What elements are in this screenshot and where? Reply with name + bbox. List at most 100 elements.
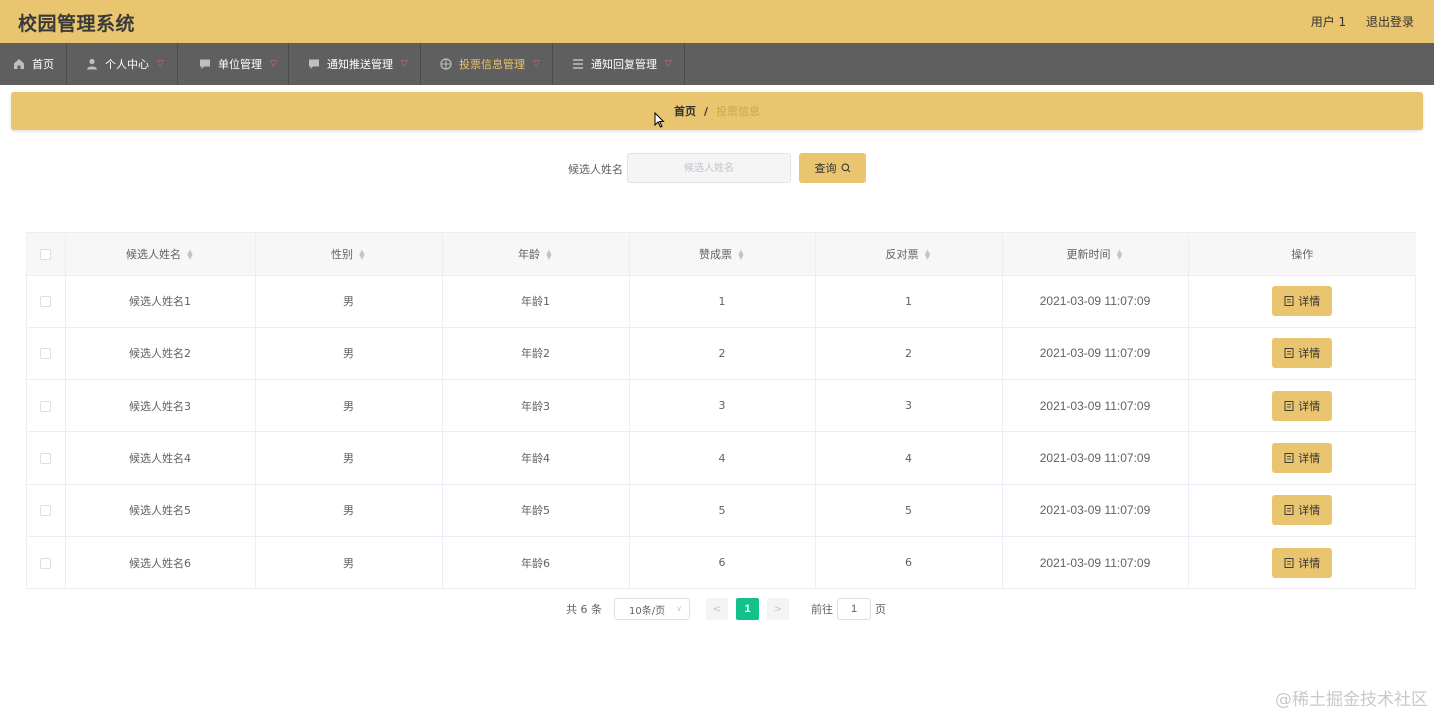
detail-button[interactable]: 详情 — [1272, 495, 1333, 526]
detail-button-label: 详情 — [1298, 452, 1321, 466]
row-checkbox[interactable] — [40, 400, 52, 412]
detail-button[interactable]: 详情 — [1272, 390, 1333, 421]
page-size-select[interactable]: 10条/页 ∨ — [614, 598, 690, 620]
nav-label: 通知回复管理 — [591, 58, 657, 71]
cell-age: 年龄5 — [442, 484, 630, 537]
table-row: 候选人姓名6 男 年龄6 6 6 2021-03-09 11:07:09 详情 — [27, 536, 1416, 590]
search-button-label: 查询 — [814, 163, 837, 175]
column-header[interactable]: 反对票 ▲ ▼ — [815, 233, 1003, 276]
column-header[interactable]: 更新时间 ▲ ▼ — [1002, 233, 1189, 276]
nav-label: 投票信息管理 — [459, 58, 525, 71]
select-all-checkbox[interactable] — [40, 248, 52, 260]
cell-age: 年龄2 — [442, 327, 630, 381]
data-table: 候选人姓名 ▲ ▼ 性别 ▲ ▼ 年龄 ▲ ▼ 赞成票 ▲ ▼ 反对票 ▲ ▼ 更新时间 ▲ ▼ 操作 … — [26, 232, 1416, 590]
table-row: 候选人姓名4 男 年龄4 4 4 2021-03-09 11:07:09 详情 — [27, 431, 1416, 485]
column-header[interactable]: 性别 ▲ ▼ — [255, 233, 443, 276]
column-header[interactable]: 赞成票 ▲ ▼ — [629, 233, 816, 276]
list-icon — [571, 57, 585, 71]
header-select-all[interactable] — [27, 233, 66, 276]
app-title: 校园管理系统 — [18, 13, 136, 35]
breadcrumb-separator: / — [703, 104, 709, 118]
user-area: 用户 1 退出登录 — [1311, 13, 1414, 30]
nav-item-unit-management[interactable]: 单位管理 ▽ — [178, 43, 289, 85]
logout-button[interactable]: 退出登录 — [1366, 15, 1414, 29]
mouse-cursor-icon — [654, 112, 665, 128]
cell-gender: 男 — [255, 327, 443, 381]
sort-icon[interactable]: ▲ ▼ — [186, 248, 194, 260]
column-header-label: 候选人姓名 — [126, 247, 181, 261]
cell-yes-votes: 3 — [629, 379, 816, 433]
search-button[interactable]: 查询 — [799, 153, 866, 183]
cell-no-votes: 5 — [815, 484, 1003, 537]
nav-item-notice-reply[interactable]: 通知回复管理 ▽ — [553, 43, 685, 85]
search-label: 候选人姓名 — [568, 163, 623, 176]
detail-button[interactable]: 详情 — [1272, 547, 1333, 578]
sort-icon[interactable]: ▲ ▼ — [924, 248, 932, 260]
row-checkbox[interactable] — [40, 453, 52, 465]
cell-gender: 男 — [255, 379, 443, 433]
cell-updated-time: 2021-03-09 11:07:09 — [1002, 484, 1189, 537]
cell-no-votes: 6 — [815, 536, 1003, 590]
home-icon — [12, 57, 26, 71]
row-checkbox[interactable] — [40, 505, 52, 517]
document-icon — [1284, 348, 1294, 359]
detail-button-label: 详情 — [1298, 295, 1321, 309]
cell-name: 候选人姓名6 — [65, 536, 256, 590]
sort-icon[interactable]: ▲ ▼ — [737, 248, 745, 260]
cell-yes-votes: 6 — [629, 536, 816, 590]
cell-age: 年龄1 — [442, 275, 630, 328]
cell-name: 候选人姓名3 — [65, 379, 256, 433]
nav-item-personal-center[interactable]: 个人中心 ▽ — [67, 43, 178, 85]
nav-item-notice-push[interactable]: 通知推送管理 ▽ — [289, 43, 421, 85]
search-input[interactable] — [627, 153, 791, 183]
nav-label: 首页 — [32, 58, 54, 71]
cell-yes-votes: 5 — [629, 484, 816, 537]
chevron-down-icon: ▽ — [533, 59, 540, 69]
cell-no-votes: 4 — [815, 431, 1003, 485]
cell-gender: 男 — [255, 484, 443, 537]
cell-no-votes: 1 — [815, 275, 1003, 328]
goto-label: 前往 — [811, 603, 833, 616]
cell-updated-time: 2021-03-09 11:07:09 — [1002, 536, 1189, 590]
prev-page-button[interactable]: < — [706, 598, 728, 620]
document-icon — [1284, 453, 1294, 463]
breadcrumb-home[interactable]: 首页 — [674, 103, 696, 119]
column-header-label: 年龄 — [518, 247, 540, 261]
row-checkbox[interactable] — [40, 296, 52, 308]
sort-icon[interactable]: ▲ ▼ — [545, 248, 553, 260]
row-checkbox[interactable] — [40, 557, 52, 569]
message-icon — [307, 57, 321, 71]
table-row: 候选人姓名3 男 年龄3 3 3 2021-03-09 11:07:09 详情 — [27, 379, 1416, 433]
nav-item-vote-info[interactable]: 投票信息管理 ▽ — [421, 43, 553, 85]
sort-icon[interactable]: ▲ ▼ — [358, 248, 366, 260]
page-number-current[interactable]: 1 — [736, 598, 759, 620]
user-icon — [85, 57, 99, 71]
cell-yes-votes: 2 — [629, 327, 816, 381]
table-row: 候选人姓名5 男 年龄5 5 5 2021-03-09 11:07:09 详情 — [27, 484, 1416, 537]
detail-button[interactable]: 详情 — [1272, 286, 1333, 317]
column-header-actions: 操作 — [1188, 233, 1416, 276]
document-icon — [1284, 296, 1294, 307]
column-header-label: 赞成票 — [699, 247, 732, 261]
detail-button-label: 详情 — [1298, 556, 1321, 570]
user-name: 用户 1 — [1310, 15, 1347, 29]
cell-age: 年龄6 — [442, 536, 630, 590]
next-page-button[interactable]: > — [767, 598, 789, 620]
top-header: 校园管理系统 用户 1 退出登录 — [0, 0, 1434, 43]
column-header[interactable]: 年龄 ▲ ▼ — [442, 233, 630, 276]
cell-yes-votes: 4 — [629, 431, 816, 485]
chevron-down-icon: ▽ — [270, 59, 277, 69]
detail-button[interactable]: 详情 — [1272, 443, 1333, 474]
goto-page-input[interactable] — [837, 598, 871, 620]
sort-icon[interactable]: ▲ ▼ — [1116, 248, 1124, 260]
cell-name: 候选人姓名1 — [65, 275, 256, 328]
table-header-row: 候选人姓名 ▲ ▼ 性别 ▲ ▼ 年龄 ▲ ▼ 赞成票 ▲ ▼ 反对票 ▲ ▼ 更新时间 ▲ ▼ 操作 — [27, 233, 1416, 276]
nav-item-home[interactable]: 首页 — [0, 43, 67, 85]
cell-no-votes: 3 — [815, 379, 1003, 433]
detail-button[interactable]: 详情 — [1272, 338, 1333, 369]
nav-label: 个人中心 — [105, 58, 149, 71]
row-checkbox[interactable] — [40, 348, 52, 360]
document-icon — [1284, 505, 1294, 516]
breadcrumb: 首页 / 投票信息 — [11, 92, 1423, 130]
column-header[interactable]: 候选人姓名 ▲ ▼ — [65, 233, 256, 276]
